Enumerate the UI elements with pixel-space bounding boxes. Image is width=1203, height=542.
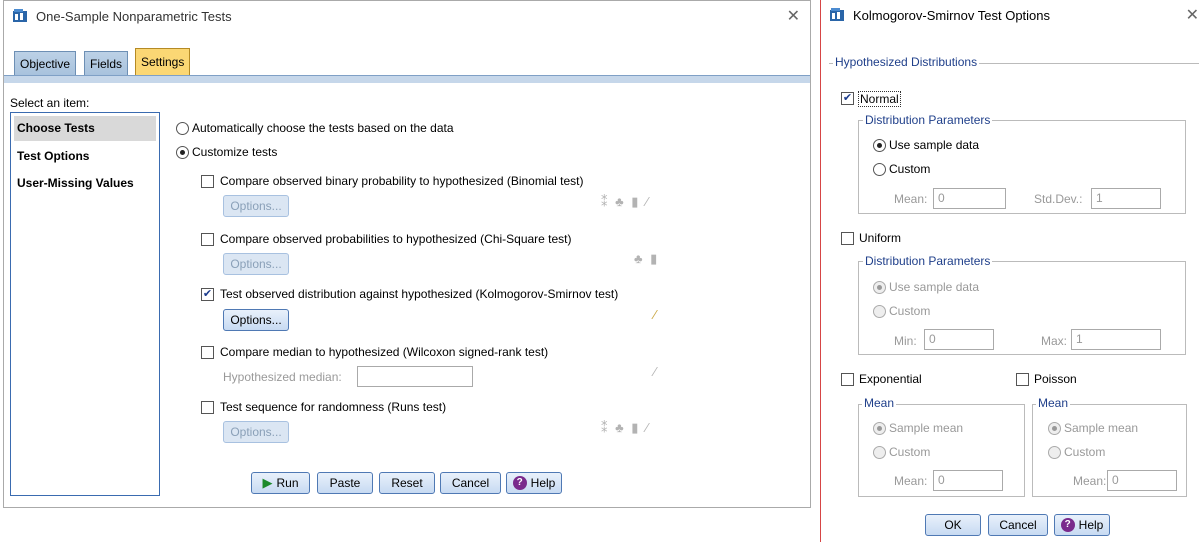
normal-custom-radio[interactable] xyxy=(873,163,886,176)
item-list: Choose Tests Test Options User-Missing V… xyxy=(10,112,160,496)
uniform-label: Uniform xyxy=(859,231,902,245)
normal-sample-radio[interactable] xyxy=(873,139,886,152)
exp-mean-label: Mean: xyxy=(894,474,928,488)
exp-sample-mean-radio[interactable] xyxy=(873,422,886,435)
runs-checkbox[interactable] xyxy=(201,401,214,414)
normal-custom-label: Custom xyxy=(889,162,931,176)
run-button[interactable]: ▶ Run xyxy=(251,472,310,494)
runs-label: Test sequence for randomness (Runs test) xyxy=(220,400,447,414)
normal-mean-input[interactable]: 0 xyxy=(933,188,1006,209)
list-item-user-missing[interactable]: User-Missing Values xyxy=(14,172,134,194)
wilcoxon-checkbox[interactable] xyxy=(201,346,214,359)
close-icon[interactable]: ✕ xyxy=(787,6,800,26)
binomial-label: Compare observed binary probability to h… xyxy=(220,174,584,188)
binomial-checkbox[interactable] xyxy=(201,175,214,188)
select-item-label: Select an item: xyxy=(10,96,90,110)
close-icon[interactable]: ✕ xyxy=(1186,5,1199,25)
hyp-dist-heading: Hypothesized Distributions xyxy=(833,55,980,69)
poisson-custom-label: Custom xyxy=(1064,445,1106,459)
paste-button[interactable]: Paste xyxy=(317,472,373,494)
hyp-median-label: Hypothesized median: xyxy=(223,370,342,384)
ks-measure-icon: ∕ xyxy=(654,307,659,322)
customize-tests-label: Customize tests xyxy=(192,145,278,159)
tab-strip xyxy=(4,75,810,83)
binomial-options-button[interactable]: Options... xyxy=(223,195,289,217)
title-bar: Kolmogorov-Smirnov Test Options ✕ xyxy=(821,0,1203,30)
uniform-min-input[interactable]: 0 xyxy=(924,329,994,350)
uniform-max-input[interactable]: 1 xyxy=(1071,329,1161,350)
tab-fields[interactable]: Fields xyxy=(84,51,129,75)
hyp-median-input[interactable] xyxy=(357,366,473,387)
binomial-measure-icons: ⁑ ♣ ▮ ∕ xyxy=(601,194,651,209)
tab-objective[interactable]: Objective xyxy=(14,51,77,75)
poisson-checkbox[interactable] xyxy=(1016,373,1029,386)
run-icon: ▶ xyxy=(262,475,273,490)
list-item-test-options[interactable]: Test Options xyxy=(14,145,89,167)
exp-mean-heading: Mean xyxy=(862,396,897,410)
help-icon: ? xyxy=(1060,518,1075,532)
uniform-custom-radio[interactable] xyxy=(873,305,886,318)
normal-stddev-input[interactable]: 1 xyxy=(1091,188,1161,209)
app-icon xyxy=(830,8,844,21)
chisquare-measure-icons: ♣ ▮ xyxy=(634,251,660,266)
ok-button[interactable]: OK xyxy=(925,514,981,536)
ks-options-dialog: Kolmogorov-Smirnov Test Options ✕ Hypoth… xyxy=(820,0,1203,542)
exp-custom-label: Custom xyxy=(889,445,931,459)
exponential-checkbox[interactable] xyxy=(841,373,854,386)
auto-tests-radio[interactable] xyxy=(176,122,189,135)
exponential-label: Exponential xyxy=(859,372,922,386)
poisson-mean-label: Mean: xyxy=(1073,474,1107,488)
uniform-custom-label: Custom xyxy=(889,304,931,318)
normal-checkbox[interactable]: ✔ xyxy=(841,92,854,105)
list-item-choose-tests[interactable]: Choose Tests xyxy=(14,116,156,141)
ks-label: Test observed distribution against hypot… xyxy=(220,287,619,301)
ks-options-button[interactable]: Options... xyxy=(223,309,289,331)
poisson-mean-input[interactable]: 0 xyxy=(1107,470,1177,491)
help-button[interactable]: ? Help xyxy=(1054,514,1110,536)
run-label: Run xyxy=(276,476,299,490)
chisquare-label: Compare observed probabilities to hypoth… xyxy=(220,232,572,246)
window-title: Kolmogorov-Smirnov Test Options xyxy=(853,7,1051,23)
uniform-params-heading: Distribution Parameters xyxy=(863,254,993,268)
app-icon xyxy=(13,9,27,22)
chisquare-options-button[interactable]: Options... xyxy=(223,253,289,275)
uniform-sample-radio[interactable] xyxy=(873,281,886,294)
reset-button[interactable]: Reset xyxy=(379,472,435,494)
normal-params-heading: Distribution Parameters xyxy=(863,113,993,127)
exp-custom-radio[interactable] xyxy=(873,446,886,459)
help-label: Help xyxy=(530,476,556,490)
help-button[interactable]: ? Help xyxy=(506,472,562,494)
wilcoxon-measure-icon: ∕ xyxy=(654,364,659,379)
tab-settings[interactable]: Settings xyxy=(135,48,191,75)
uniform-min-label: Min: xyxy=(894,334,917,348)
normal-stddev-label: Std.Dev.: xyxy=(1034,192,1083,206)
auto-tests-label: Automatically choose the tests based on … xyxy=(192,121,454,135)
runs-measure-icons: ⁑ ♣ ▮ ∕ xyxy=(601,420,651,435)
runs-options-button[interactable]: Options... xyxy=(223,421,289,443)
exp-mean-input[interactable]: 0 xyxy=(933,470,1003,491)
chisquare-checkbox[interactable] xyxy=(201,233,214,246)
poisson-sample-mean-radio[interactable] xyxy=(1048,422,1061,435)
uniform-max-label: Max: xyxy=(1041,334,1068,348)
uniform-sample-label: Use sample data xyxy=(889,280,980,294)
window-title: One-Sample Nonparametric Tests xyxy=(36,8,232,24)
poisson-mean-heading: Mean xyxy=(1036,396,1071,410)
normal-sample-label: Use sample data xyxy=(889,138,980,152)
uniform-checkbox[interactable] xyxy=(841,232,854,245)
poisson-custom-radio[interactable] xyxy=(1048,446,1061,459)
ks-checkbox[interactable]: ✔ xyxy=(201,288,214,301)
cancel-button[interactable]: Cancel xyxy=(988,514,1048,536)
nonparametric-dialog: One-Sample Nonparametric Tests ✕ Objecti… xyxy=(3,0,811,508)
wilcoxon-label: Compare median to hypothesized (Wilcoxon… xyxy=(220,345,549,359)
exp-sample-mean-label: Sample mean xyxy=(889,421,964,435)
poisson-label: Poisson xyxy=(1034,372,1077,386)
help-icon: ? xyxy=(512,476,527,490)
help-label: Help xyxy=(1078,518,1104,532)
normal-mean-label: Mean: xyxy=(894,192,928,206)
title-bar: One-Sample Nonparametric Tests ✕ xyxy=(4,1,810,31)
poisson-sample-mean-label: Sample mean xyxy=(1064,421,1139,435)
cancel-button[interactable]: Cancel xyxy=(440,472,501,494)
normal-label: Normal xyxy=(858,91,901,107)
customize-tests-radio[interactable] xyxy=(176,146,189,159)
